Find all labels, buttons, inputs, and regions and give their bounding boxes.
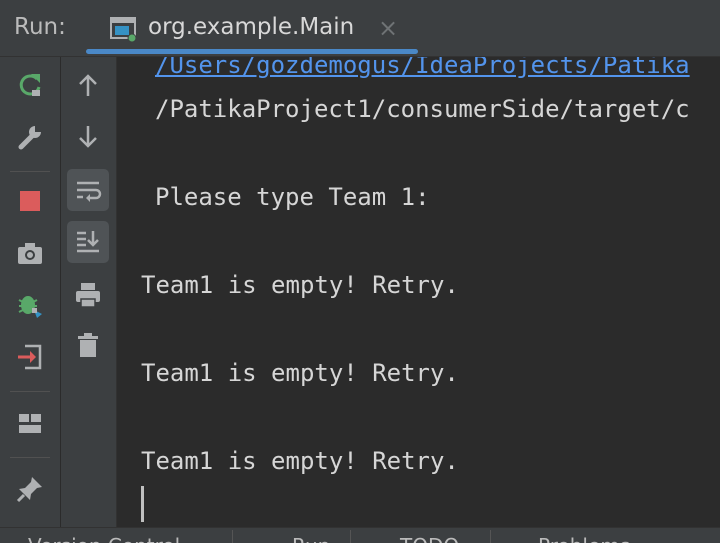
console-line: Please type Team 1:	[155, 183, 430, 211]
stop-icon	[20, 191, 40, 211]
previous-occurrence-button[interactable]	[68, 65, 108, 105]
bottom-tool-window-bar: Version Control Run TODO Problems	[0, 527, 720, 543]
arrow-up-icon	[79, 74, 97, 96]
toolbar-separator	[10, 391, 50, 392]
toolbar-separator	[350, 530, 351, 543]
exit-button[interactable]	[10, 337, 50, 377]
rerun-button[interactable]	[10, 65, 50, 105]
camera-icon	[18, 243, 42, 264]
scroll-to-end-icon	[77, 231, 99, 253]
exit-icon	[18, 344, 42, 370]
toolbar-separator	[490, 530, 491, 543]
debug-button[interactable]	[10, 285, 50, 325]
toolbar-separator	[10, 171, 50, 172]
printer-icon	[76, 283, 100, 308]
rerun-icon	[19, 74, 41, 96]
restore-layout-button[interactable]	[10, 403, 50, 443]
dump-threads-button[interactable]	[10, 233, 50, 273]
edit-configuration-button[interactable]	[10, 117, 50, 157]
wrench-icon	[18, 126, 41, 150]
tab-title: org.example.Main	[148, 14, 355, 40]
close-icon[interactable]: ×	[378, 16, 398, 40]
toolbar-separator	[232, 530, 233, 543]
console-actions-toolbar	[61, 57, 117, 527]
console-line: /PatikaProject1/consumerSide/target/c	[155, 95, 690, 123]
toolbar-separator	[10, 457, 50, 458]
pin-icon	[16, 477, 42, 503]
arrow-down-icon	[79, 126, 97, 148]
clear-all-button[interactable]	[68, 325, 108, 365]
soft-wrap-icon	[77, 181, 102, 202]
run-tool-window-header: Run: org.example.Main ×	[0, 0, 720, 57]
console-line: Team1 is empty! Retry.	[141, 447, 459, 475]
trash-icon	[78, 333, 98, 357]
console-output[interactable]: /Users/gozdemogus/IdeaProjects/Patika /P…	[117, 57, 720, 527]
pin-tab-button[interactable]	[10, 469, 50, 509]
selected-tab-underline	[86, 49, 418, 54]
run-actions-toolbar	[0, 57, 61, 527]
console-line: Team1 is empty! Retry.	[141, 271, 459, 299]
console-link-line[interactable]: /Users/gozdemogus/IdeaProjects/Patika	[155, 57, 690, 80]
console-window-icon	[110, 17, 137, 43]
print-button[interactable]	[68, 275, 108, 315]
scroll-to-end-button[interactable]	[67, 221, 109, 263]
console-line: Team1 is empty! Retry.	[141, 359, 459, 387]
next-occurrence-button[interactable]	[68, 117, 108, 157]
soft-wrap-button[interactable]	[67, 169, 109, 211]
run-label: Run:	[14, 14, 66, 40]
layout-icon	[19, 414, 41, 433]
bug-icon	[18, 296, 42, 318]
stop-button[interactable]	[10, 181, 50, 221]
tab-org-example-main[interactable]: org.example.Main ×	[86, 0, 418, 56]
text-caret	[141, 486, 144, 522]
